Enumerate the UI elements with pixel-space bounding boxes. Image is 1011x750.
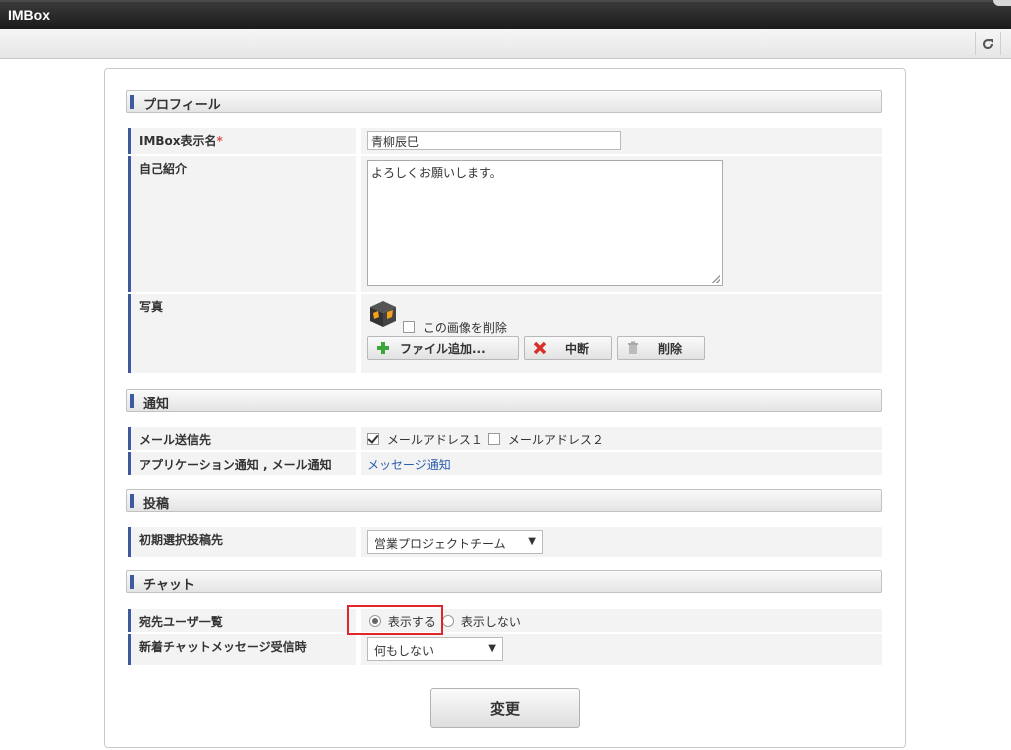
section-chat: チャット (126, 570, 882, 593)
add-file-button[interactable]: ファイル追加... (367, 336, 519, 360)
app-mail-notification-cell: メッセージ通知 (361, 452, 882, 475)
intro-cell: よろしくお願いします。 (361, 156, 882, 292)
row-intro: 自己紹介 よろしくお願いします。 (128, 156, 882, 292)
delete-image-option[interactable]: この画像を削除 (403, 319, 507, 336)
avatar-cube-icon (370, 301, 396, 327)
new-chat-message-cell: 何もしない ▼ (361, 634, 882, 665)
refresh-icon (983, 38, 994, 49)
intro-text: よろしくお願いします。 (371, 166, 502, 180)
section-accent-bar (130, 494, 134, 508)
section-accent-bar (130, 394, 134, 408)
row-app-mail-notification: アプリケーション通知 , メール通知 メッセージ通知 (128, 452, 882, 475)
section-profile: プロフィール (126, 90, 882, 113)
display-name-input[interactable]: 青柳辰巳 (367, 131, 621, 150)
mail-address-2-option[interactable]: メールアドレス２ (488, 431, 604, 448)
section-post: 投稿 (126, 489, 882, 512)
mail-address-1-checkbox[interactable] (367, 433, 379, 445)
resize-grip-icon[interactable] (712, 275, 720, 283)
mail-destination-label: メール送信先 (128, 427, 356, 450)
new-chat-message-label: 新着チャットメッセージ受信時 (128, 634, 356, 665)
intro-textarea[interactable]: よろしくお願いします。 (367, 160, 723, 286)
section-title: プロフィール (143, 98, 221, 113)
annotation-highlight-box (347, 605, 443, 635)
row-mail-destination: メール送信先 メールアドレス１ メールアドレス２ (128, 427, 882, 450)
delete-button[interactable]: 削除 (617, 336, 705, 360)
hide-radio[interactable] (442, 615, 454, 627)
initial-target-select[interactable]: 営業プロジェクトチーム ▼ (367, 530, 543, 554)
change-button[interactable]: 変更 (430, 688, 580, 728)
initial-target-cell: 営業プロジェクトチーム ▼ (361, 527, 882, 557)
row-initial-target: 初期選択投稿先 営業プロジェクトチーム ▼ (128, 527, 882, 557)
section-title: チャット (143, 578, 195, 593)
delete-image-label: この画像を削除 (422, 321, 507, 335)
intro-label: 自己紹介 (128, 156, 356, 292)
plus-icon (376, 341, 390, 355)
mail-address-2-checkbox[interactable] (488, 433, 500, 445)
row-new-chat-message: 新着チャットメッセージ受信時 何もしない ▼ (128, 634, 882, 665)
dest-user-list-label: 宛先ユーザ一覧 (128, 609, 356, 632)
mail-address-1-option[interactable]: メールアドレス１ (367, 431, 483, 448)
toolbar (0, 29, 1011, 59)
cross-icon (533, 341, 547, 355)
photo-cell: この画像を削除 ファイル追加... 中断 削除 (361, 294, 882, 373)
section-notification: 通知 (126, 389, 882, 412)
display-name-cell: 青柳辰巳 (361, 128, 882, 154)
row-photo: 写真 この画像を削除 ファイル追加... 中断 削除 (128, 294, 882, 373)
title-bar: IMBox (0, 0, 1011, 29)
app-mail-notification-label: アプリケーション通知 , メール通知 (128, 452, 356, 475)
section-accent-bar (130, 575, 134, 589)
display-name-label: IMBox表示名* (128, 128, 356, 154)
window-corner (993, 0, 1011, 6)
section-accent-bar (130, 95, 134, 109)
row-dest-user-list: 宛先ユーザ一覧 表示する 表示しない (128, 609, 882, 632)
new-chat-message-select[interactable]: 何もしない ▼ (367, 637, 503, 661)
dropdown-arrow-icon: ▼ (528, 536, 536, 547)
refresh-button[interactable] (975, 32, 1001, 55)
mail-destination-cell: メールアドレス１ メールアドレス２ (361, 427, 882, 450)
initial-target-label: 初期選択投稿先 (128, 527, 356, 557)
dropdown-arrow-icon: ▼ (488, 643, 496, 654)
message-notification-link[interactable]: メッセージ通知 (367, 456, 451, 473)
settings-panel: プロフィール IMBox表示名* 青柳辰巳 自己紹介 よろしくお願いします。 写… (104, 68, 906, 748)
trash-icon (626, 341, 640, 355)
section-title: 通知 (143, 397, 170, 412)
abort-button[interactable]: 中断 (524, 336, 612, 360)
row-display-name: IMBox表示名* 青柳辰巳 (128, 128, 882, 154)
app-title: IMBox (8, 7, 50, 23)
section-title: 投稿 (143, 497, 170, 512)
delete-image-checkbox[interactable] (403, 321, 415, 333)
hide-option[interactable]: 表示しない (442, 613, 521, 630)
required-mark: * (216, 134, 223, 148)
photo-label: 写真 (128, 294, 356, 373)
